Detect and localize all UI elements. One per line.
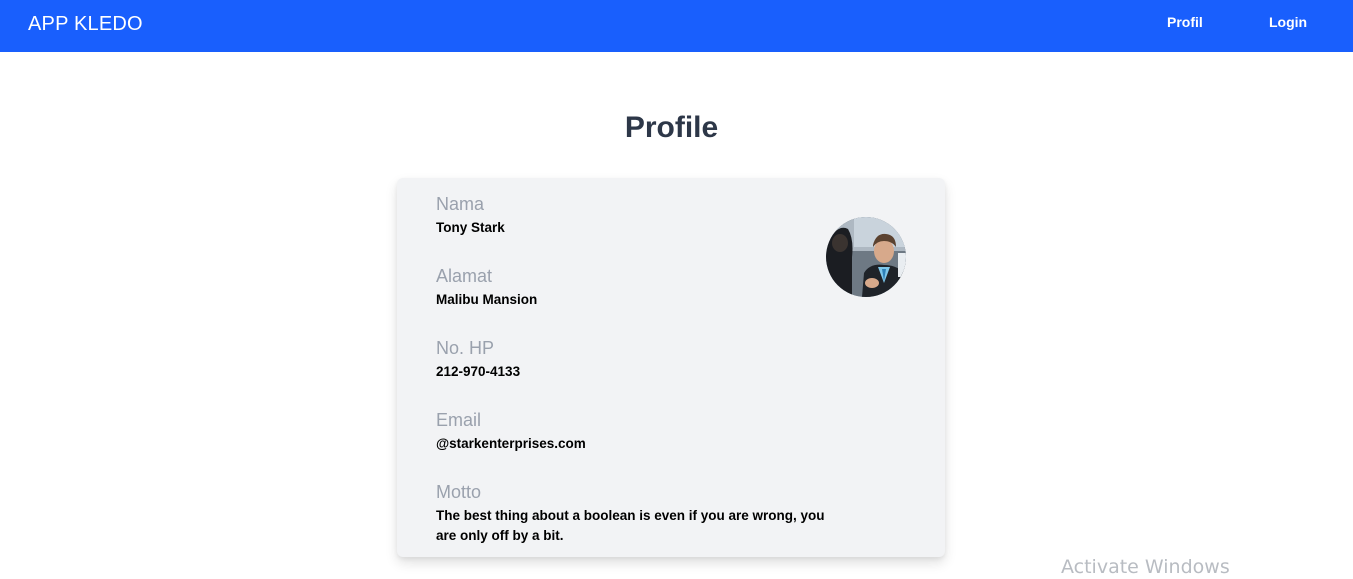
field-value-no-hp: 212-970-4133 bbox=[436, 364, 521, 379]
field-value-motto: The best thing about a boolean is even i… bbox=[436, 508, 825, 543]
top-navbar: APP KLEDO Profil Login bbox=[0, 0, 1353, 52]
field-label-nama: Nama bbox=[436, 194, 485, 214]
field-no-hp: No. HP 212-970-4133 bbox=[436, 337, 520, 382]
field-email: Email @starkenterprises.com bbox=[436, 409, 586, 454]
field-motto: Motto The best thing about a boolean is … bbox=[436, 481, 836, 546]
field-alamat: Alamat Malibu Mansion bbox=[436, 265, 537, 310]
field-value-email: @starkenterprises.com bbox=[436, 436, 586, 451]
profile-photo-icon bbox=[826, 217, 906, 297]
field-value-alamat: Malibu Mansion bbox=[436, 292, 538, 307]
profile-card: Nama Tony Stark Alamat Malibu Mansion No… bbox=[397, 178, 945, 557]
field-label-alamat: Alamat bbox=[436, 266, 493, 286]
field-nama: Nama Tony Stark bbox=[436, 193, 505, 238]
page-title: Profile bbox=[624, 111, 719, 144]
app-brand-link[interactable]: APP KLEDO bbox=[28, 12, 143, 36]
nav-link-profil[interactable]: Profil bbox=[1167, 13, 1203, 31]
activate-windows-watermark: Activate Windows bbox=[1061, 556, 1230, 578]
nav-link-login[interactable]: Login bbox=[1269, 13, 1307, 31]
field-label-no-hp: No. HP bbox=[436, 338, 495, 358]
field-label-email: Email bbox=[436, 410, 482, 430]
field-value-nama: Tony Stark bbox=[436, 220, 505, 235]
avatar bbox=[826, 217, 906, 297]
field-label-motto: Motto bbox=[436, 482, 482, 502]
